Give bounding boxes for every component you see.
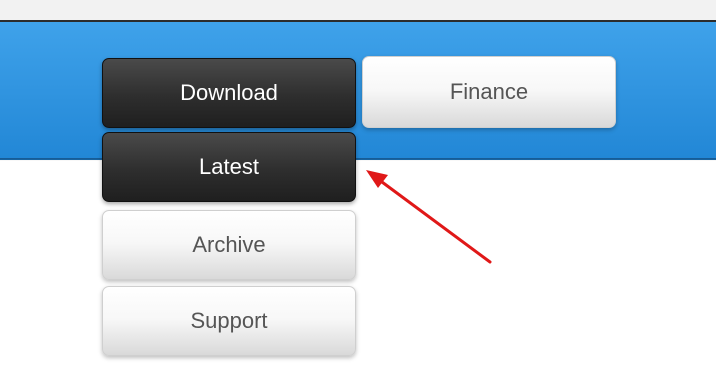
dropdown-item-archive[interactable]: Archive	[102, 210, 356, 280]
dropdown-item-latest[interactable]: Latest	[102, 132, 356, 202]
nav-button-download[interactable]: Download	[102, 58, 356, 128]
nav-button-finance[interactable]: Finance	[362, 56, 616, 128]
arrow-head	[366, 170, 388, 188]
arrow-shaft	[380, 180, 492, 264]
top-strip	[0, 0, 716, 22]
dropdown-item-support[interactable]: Support	[102, 286, 356, 356]
